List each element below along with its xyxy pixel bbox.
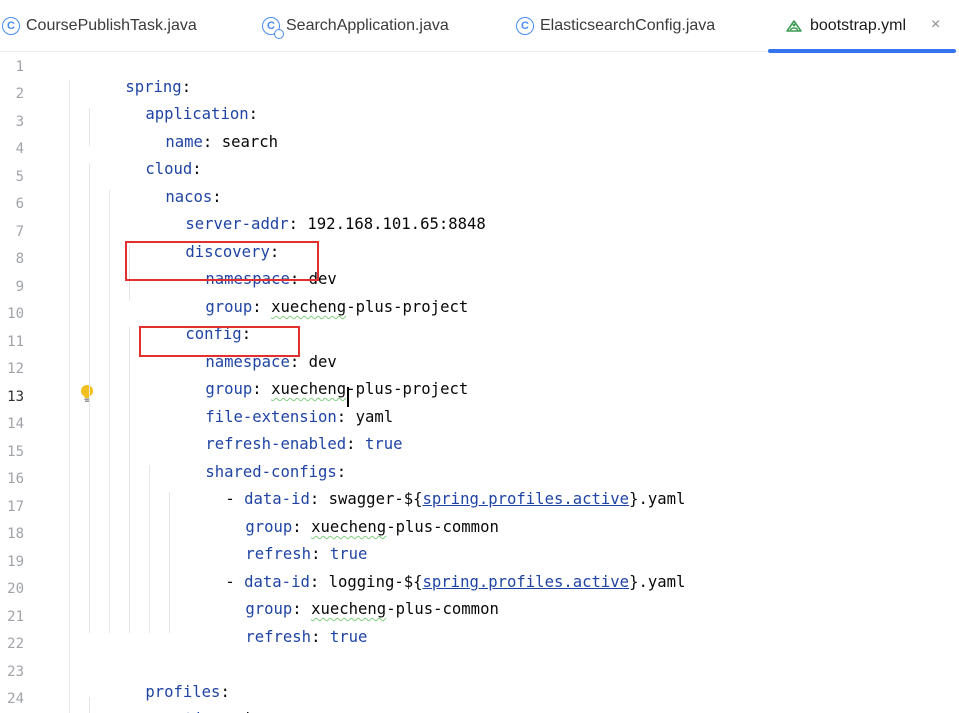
yaml-value: -plus-project [346,298,469,316]
indent-guide [129,327,130,633]
indent-guide [89,163,90,633]
yaml-value-typo-warning: xuecheng [271,298,347,316]
colon: : [311,628,330,646]
code-line: refresh: true [189,524,367,563]
java-class-icon: C [516,17,534,35]
code-line: group: xuecheng-plus-common [189,579,499,618]
code-line: group: xuecheng-plus-common [189,497,499,536]
colon: : [288,215,308,233]
colon: : [252,298,272,316]
tab-bootstrap-yml[interactable]: bootstrap.yml [784,0,906,52]
tab-label: bootstrap.yml [810,17,907,34]
code-line: refresh: true [189,607,367,646]
yaml-value: }.yaml [629,490,686,508]
colon: : [202,133,222,151]
text-caret [347,387,349,407]
code-line: server-addr: 192.168.101.65:8848 [129,194,485,233]
code-line: refresh-enabled: true [149,414,402,453]
tab-label: ElasticsearchConfig.java [540,17,716,34]
tab-label: SearchApplication.java [286,17,449,34]
code-line: - data-id: swagger-${spring.profiles.act… [169,469,685,508]
code-line: shared-configs: [149,442,346,481]
annotation-box-discovery-namespace [125,241,319,281]
code-line: profiles: [89,662,230,701]
indent-guide [69,80,70,713]
code-line: name: search [109,112,278,151]
code-line: application: [89,84,258,123]
code-line: discovery: [129,222,279,261]
tab-elasticsearch-config[interactable]: C ElasticsearchConfig.java [516,0,715,52]
annotation-box-config-namespace [139,326,300,357]
editor-tab-bar: C CoursePublishTask.java C SearchApplica… [0,0,959,53]
yaml-value: -plus-common [386,600,499,618]
yaml-boolean: true [329,628,368,646]
java-application-class-icon: C [262,17,284,39]
yaml-value: search [221,133,279,151]
java-class-icon: C [2,17,20,35]
yaml-file-icon [786,20,802,32]
yaml-value: -plus-common [386,518,499,536]
tab-label: CoursePublishTask.java [26,17,197,34]
code-line: config: [129,304,251,343]
yaml-boolean: true [364,435,403,453]
colon: : [346,435,365,453]
indent-guide [109,190,110,633]
yaml-value: 192.168.101.65:8848 [307,215,486,233]
ide-window: C CoursePublishTask.java C SearchApplica… [0,0,959,713]
code-line: - data-id: logging-${spring.profiles.act… [169,552,685,591]
close-tab-icon[interactable]: × [931,16,940,34]
code-line: group: xuecheng-plus-project [149,359,468,398]
tab-search-application[interactable]: C SearchApplication.java [262,0,449,52]
yaml-value: }.yaml [629,573,686,591]
code-line: nacos: [109,167,221,206]
code-line: cloud: [89,139,201,178]
code-line: active: dev [109,689,268,713]
yaml-key: refresh [245,628,312,646]
code-line-current: file-extension: yaml [149,387,393,426]
code-line: spring: [69,57,191,96]
code-editor[interactable]: spring: application: name: search cloud:… [0,52,959,713]
tab-course-publish-task[interactable]: C CoursePublishTask.java [0,0,197,52]
